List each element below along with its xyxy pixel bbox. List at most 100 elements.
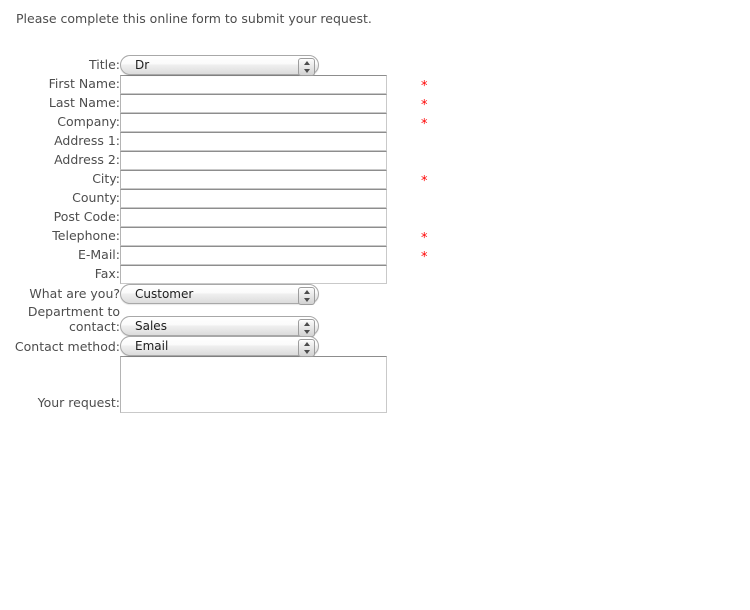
- form-label-cell: Address 2:: [0, 151, 120, 170]
- form-label-cell: Contact method:: [0, 336, 120, 356]
- input-address-2[interactable]: [120, 151, 387, 170]
- form-row: Your request:: [0, 356, 750, 413]
- form-field-cell: [120, 113, 405, 132]
- form-row: Department to contact: Sales: [0, 304, 750, 337]
- label-company: Company:: [57, 114, 120, 129]
- form-field-cell: [120, 208, 405, 227]
- label-last-name: Last Name:: [48, 95, 120, 110]
- form-row: First Name: *: [0, 75, 750, 94]
- form-row: Last Name: *: [0, 94, 750, 113]
- select-value-contact-method: Email: [135, 339, 169, 353]
- input-city[interactable]: [120, 170, 387, 189]
- form-label-cell: Company:: [0, 113, 120, 132]
- form-field-cell: Email: [120, 336, 405, 357]
- input-first-name[interactable]: [120, 75, 387, 94]
- form-label-cell: Post Code:: [0, 208, 120, 227]
- form-row: Company: *: [0, 113, 750, 132]
- form-row: Address 2:: [0, 151, 750, 170]
- form-label-cell: What are you?: [0, 284, 120, 304]
- form-field-cell: [120, 356, 405, 413]
- form-field-cell: [120, 227, 405, 246]
- label-contact-method: Contact method:: [14, 339, 120, 354]
- select-what-are-you[interactable]: Customer: [120, 284, 319, 305]
- form-field-cell: [120, 189, 405, 208]
- required-marker-cell: *: [405, 170, 750, 189]
- form-label-cell: Fax:: [0, 265, 120, 284]
- chevron-down-icon: [303, 298, 310, 302]
- label-first-name: First Name:: [48, 76, 120, 91]
- form-field-cell: [120, 246, 405, 265]
- input-fax[interactable]: [120, 265, 387, 284]
- input-email[interactable]: [120, 246, 387, 265]
- required-marker: *: [421, 174, 428, 189]
- required-marker-cell: [405, 304, 750, 336]
- textarea-your-request[interactable]: [120, 356, 387, 413]
- form-label-cell: Last Name:: [0, 94, 120, 113]
- label-county: County:: [72, 190, 120, 205]
- form-label-cell: Telephone:: [0, 227, 120, 246]
- chevron-up-icon: [303, 322, 310, 326]
- required-marker-cell: [405, 208, 750, 227]
- chevron-down-icon: [303, 350, 310, 354]
- chevron-down-icon: [303, 69, 310, 73]
- select-value-what-are-you: Customer: [135, 287, 194, 301]
- label-fax: Fax:: [94, 266, 120, 281]
- form-row: City: *: [0, 170, 750, 189]
- select-value-department-to-contact: Sales: [135, 319, 167, 333]
- form-label-cell: Address 1:: [0, 132, 120, 151]
- chevron-down-icon: [303, 330, 310, 334]
- input-last-name[interactable]: [120, 94, 387, 113]
- select-department-to-contact[interactable]: Sales: [120, 316, 319, 337]
- label-department-to-contact: Department to contact:: [27, 304, 120, 334]
- label-email: E-Mail:: [77, 247, 120, 262]
- label-city: City:: [92, 171, 120, 186]
- required-marker: *: [421, 98, 428, 113]
- stepper-arrows-icon[interactable]: [298, 319, 315, 337]
- form-label-cell: Department to contact:: [0, 304, 120, 336]
- label-telephone: Telephone:: [52, 228, 120, 243]
- stepper-arrows-icon[interactable]: [298, 58, 315, 76]
- select-contact-method[interactable]: Email: [120, 336, 319, 357]
- request-form-page: Please complete this online form to subm…: [0, 0, 750, 610]
- form-field-cell: [120, 75, 405, 94]
- form-row: Contact method: Email: [0, 336, 750, 357]
- input-company[interactable]: [120, 113, 387, 132]
- stepper-arrows-icon[interactable]: [298, 287, 315, 305]
- select-value-title: Dr: [135, 58, 150, 72]
- stepper-arrows-icon[interactable]: [298, 339, 315, 357]
- form-row: E-Mail: *: [0, 246, 750, 265]
- chevron-up-icon: [303, 290, 310, 294]
- label-what-are-you: What are you?: [29, 286, 120, 301]
- label-your-request: Your request:: [37, 395, 120, 410]
- required-marker: *: [421, 117, 428, 132]
- form-row: Address 1:: [0, 132, 750, 151]
- input-telephone[interactable]: [120, 227, 387, 246]
- form-label-cell: Your request:: [0, 356, 120, 413]
- request-form: Title: Dr First Name: * Last Name: * Company: *…: [0, 55, 750, 413]
- form-row: County:: [0, 189, 750, 208]
- required-marker-cell: [405, 55, 750, 75]
- input-post-code[interactable]: [120, 208, 387, 227]
- required-marker-cell: *: [405, 94, 750, 113]
- form-field-cell: Customer: [120, 284, 405, 305]
- form-field-cell: [120, 94, 405, 113]
- input-county[interactable]: [120, 189, 387, 208]
- required-marker-cell: [405, 265, 750, 284]
- input-address-1[interactable]: [120, 132, 387, 151]
- select-title[interactable]: Dr: [120, 55, 319, 76]
- required-marker-cell: *: [405, 113, 750, 132]
- form-field-cell: Sales: [120, 304, 405, 337]
- form-row: What are you? Customer: [0, 284, 750, 305]
- required-marker-cell: [405, 151, 750, 170]
- form-field-cell: [120, 151, 405, 170]
- required-marker-cell: [405, 356, 750, 413]
- form-label-cell: First Name:: [0, 75, 120, 94]
- form-intro-text: Please complete this online form to subm…: [16, 11, 372, 26]
- form-field-cell: [120, 170, 405, 189]
- chevron-up-icon: [303, 342, 310, 346]
- form-field-cell: Dr: [120, 55, 405, 76]
- form-label-cell: City:: [0, 170, 120, 189]
- required-marker-cell: *: [405, 246, 750, 265]
- form-label-cell: Title:: [0, 55, 120, 75]
- form-row: Title: Dr: [0, 55, 750, 76]
